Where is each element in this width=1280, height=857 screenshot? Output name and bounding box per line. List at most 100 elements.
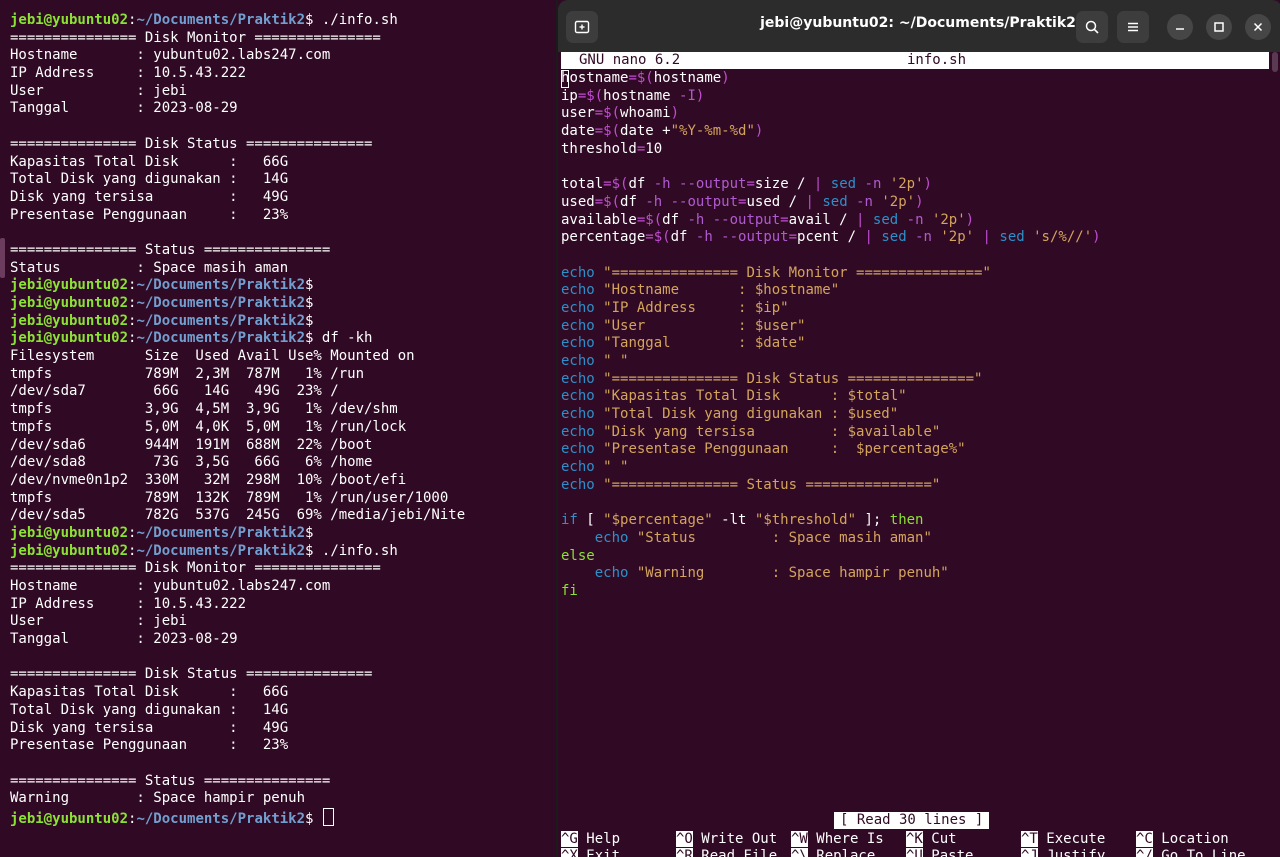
code-token: if xyxy=(561,512,578,529)
close-button[interactable] xyxy=(1245,14,1271,40)
shortcut-item[interactable]: ^R Read File xyxy=(676,848,777,857)
code-token: | xyxy=(864,229,882,246)
code-token: ) xyxy=(695,87,705,104)
left-terminal[interactable]: jebi@yubuntu02:~/Documents/Praktik2$ ./i… xyxy=(0,0,556,857)
shortcut-item[interactable]: ^W Where Is xyxy=(791,831,884,848)
shortcut-item[interactable]: ^G Help xyxy=(561,831,620,848)
output-line: /dev/sda8 73G 3,5G 66G 6% /home xyxy=(10,454,465,472)
code-token: '2p' xyxy=(931,211,966,228)
code-token: =$( xyxy=(645,229,671,246)
terminal-cursor xyxy=(322,807,334,826)
code-token: "Disk yang tersisa : $available" xyxy=(603,423,941,440)
output-line: tmpfs 5,0M 4,0K 5,0M 1% /run/lock xyxy=(10,419,465,437)
window-title: jebi@yubuntu02: ~/Documents/Praktik2 xyxy=(760,15,1076,31)
output-text: Total Disk yang digunakan : 14G xyxy=(10,701,289,718)
code-line: else xyxy=(561,548,1101,566)
code-token: " " xyxy=(603,459,629,476)
code-token: ) xyxy=(670,105,680,122)
shortcut-item[interactable]: ^J Justify xyxy=(1021,848,1105,857)
minimize-icon xyxy=(1176,28,1184,30)
menu-button[interactable] xyxy=(1117,11,1149,43)
shortcut-item[interactable]: ^C Location xyxy=(1136,831,1229,848)
shortcut-item[interactable]: ^O Write Out xyxy=(676,831,777,848)
maximize-button[interactable] xyxy=(1206,14,1232,40)
shortcut-item[interactable]: ^U Paste xyxy=(906,848,973,857)
shortcut-label: Where Is xyxy=(807,831,884,847)
terminal-scrollbar[interactable] xyxy=(0,238,5,278)
prompt-user: jebi@yubuntu02 xyxy=(10,12,129,28)
output-text: /dev/sda6 944M 191M 688M 22% /boot xyxy=(10,436,373,453)
shortcut-item[interactable]: ^\ Replace xyxy=(791,848,875,857)
shortcut-item[interactable]: ^X Exit xyxy=(561,848,620,857)
code-token: "=============== Status ===============" xyxy=(603,476,941,493)
editor-scrollbar[interactable] xyxy=(1272,52,1278,72)
code-line: echo "Status : Space masih aman" xyxy=(561,530,1101,548)
code-token: [ xyxy=(577,512,604,529)
prompt-path: ~/Documents/Praktik2 xyxy=(136,330,306,347)
output-line: tmpfs 3,9G 4,5M 3,9G 1% /dev/shm xyxy=(10,401,465,419)
code-token: ) xyxy=(923,176,932,193)
code-token: -n xyxy=(915,229,932,246)
code-token: echo xyxy=(561,370,595,387)
code-token: user xyxy=(561,105,595,122)
search-button[interactable] xyxy=(1076,11,1108,43)
code-token: echo xyxy=(594,565,629,582)
nano-editor-buffer[interactable]: hostname=$(hostname) ip=$(hostname -I) use… xyxy=(561,70,1101,601)
code-line: available=$(df -h --output=avail / | sed… xyxy=(561,212,1101,230)
command-text: df -kh xyxy=(313,330,373,347)
output-line: tmpfs 789M 2,3M 787M 1% /run xyxy=(10,366,465,384)
output-text: IP Address : 10.5.43.222 xyxy=(10,65,247,82)
window-titlebar[interactable]: jebi@yubuntu02: ~/Documents/Praktik2 xyxy=(558,0,1280,52)
prompt-line: jebi@yubuntu02:~/Documents/Praktik2$ xyxy=(10,277,465,295)
shortcut-label: Help xyxy=(577,831,621,847)
shortcut-label: Paste xyxy=(922,848,974,857)
output-line: Filesystem Size Used Avail Use% Mounted … xyxy=(10,348,465,366)
code-token: echo xyxy=(561,299,595,316)
code-token: echo xyxy=(561,459,595,476)
output-text: Hostname : yubuntu02.labs247.com xyxy=(10,578,331,594)
code-token: = xyxy=(788,229,798,246)
code-token: | xyxy=(982,229,1000,246)
code-line: echo "Disk yang tersisa : $available" xyxy=(561,424,1101,442)
code-token: df xyxy=(662,211,688,228)
output-line: Hostname : yubuntu02.labs247.com xyxy=(10,578,465,596)
code-token: =$( xyxy=(594,105,621,122)
code-token: sed xyxy=(999,229,1025,246)
shortcut-item[interactable]: ^T Execute xyxy=(1021,831,1105,848)
output-line: Hostname : yubuntu02.labs247.com xyxy=(10,47,465,65)
nano-terminal-window[interactable]: jebi@yubuntu02: ~/Documents/Praktik2 GNU… xyxy=(556,0,1280,857)
maximize-icon xyxy=(1214,22,1224,32)
code-line: user=$(whoami) xyxy=(561,105,1101,123)
new-tab-button[interactable] xyxy=(566,11,598,43)
code-token: sed xyxy=(822,193,848,210)
output-text: /dev/sda5 782G 537G 245G 69% /media/jebi… xyxy=(10,507,466,524)
shortcut-key: ^\ xyxy=(791,848,808,857)
shortcut-key: ^U xyxy=(906,848,923,857)
output-line: Presentase Penggunaan : 23% xyxy=(10,737,465,755)
code-token: 's/%//' xyxy=(1033,229,1093,246)
code-line: echo "Tanggal : $date" xyxy=(561,335,1101,353)
code-token: "Presentase Penggunaan : $percentage%" xyxy=(603,441,966,458)
prompt-user: jebi@yubuntu02 xyxy=(10,312,129,329)
nano-header-bar: GNU nano 6.2 info.sh xyxy=(561,52,1269,69)
shortcut-item[interactable]: ^K Cut xyxy=(906,831,957,848)
code-token: echo xyxy=(561,476,595,493)
prompt-path: ~/Documents/Praktik2 xyxy=(136,277,306,294)
code-token: fi xyxy=(561,582,578,599)
code-token: -n xyxy=(906,211,924,228)
code-token: total xyxy=(561,176,604,193)
minimize-button[interactable] xyxy=(1167,14,1193,40)
output-line: User : jebi xyxy=(10,613,465,631)
code-line: echo "Total Disk yang digunakan : $used" xyxy=(561,406,1101,424)
output-text: tmpfs 789M 2,3M 787M 1% /run xyxy=(10,365,365,382)
shortcut-item[interactable]: ^/ Go To Line xyxy=(1136,848,1246,857)
code-token: | xyxy=(813,176,831,193)
code-token: echo xyxy=(561,264,595,281)
code-token: used / xyxy=(746,193,806,210)
output-line: Disk yang tersisa : 49G xyxy=(10,720,465,738)
